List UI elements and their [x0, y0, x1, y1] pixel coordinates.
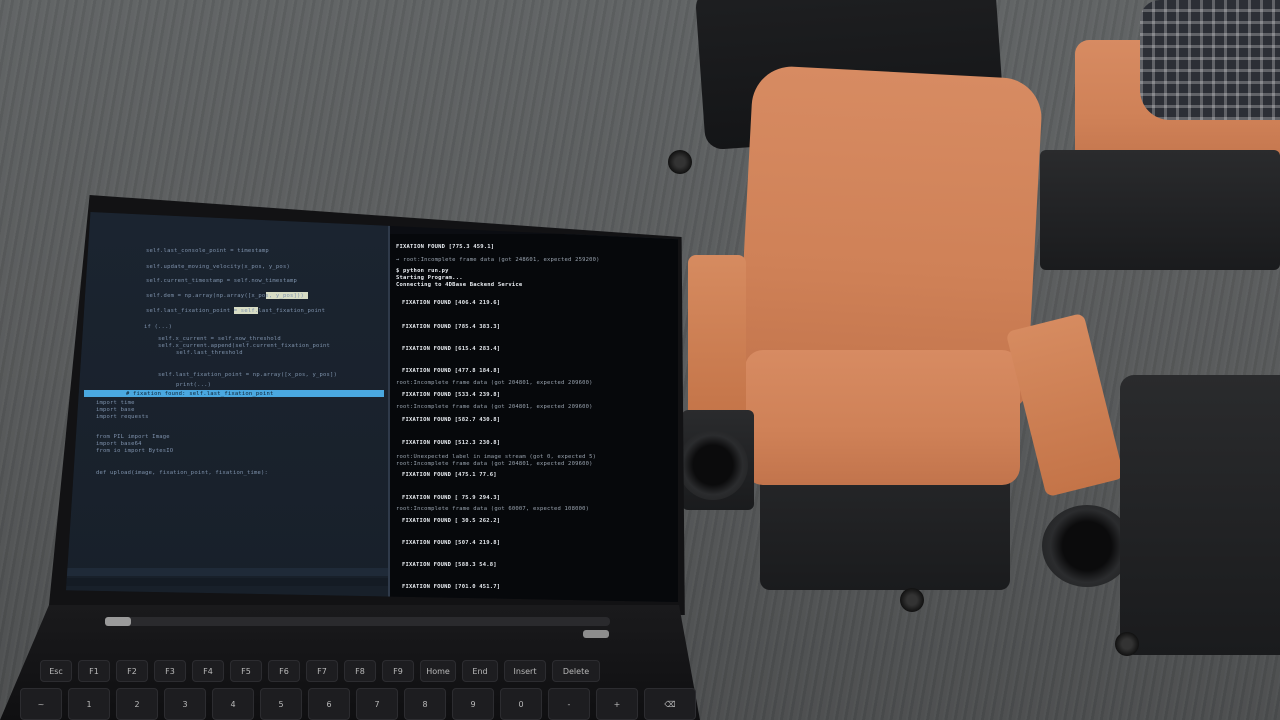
- editor-line: import time: [96, 400, 135, 406]
- laptop-screen: self.last_console_point = timestamp self…: [66, 212, 678, 602]
- editor-line: print(...): [176, 382, 212, 388]
- editor-status-bar: [66, 568, 388, 576]
- key-f4[interactable]: F4: [192, 660, 224, 682]
- key-f8[interactable]: F8: [344, 660, 376, 682]
- terminal-line: root:Incomplete frame data (got 204801, …: [396, 404, 593, 410]
- key-insert[interactable]: Insert: [504, 660, 546, 682]
- chair-armrest-left: [688, 255, 746, 420]
- plaid-clothing: [1140, 0, 1280, 120]
- key-1[interactable]: 1: [68, 688, 110, 720]
- terminal-line: Starting Program...: [396, 275, 463, 281]
- editor-line: from PIL import Image: [96, 434, 170, 440]
- number-key-row: ~ 1 2 3 4 5 6 7 8 9 0 - + ⌫: [20, 688, 696, 720]
- terminal-line: root:Incomplete frame data (got 204801, …: [396, 380, 593, 386]
- terminal-line: FIXATION FOUND [475.1 77.6]: [402, 472, 497, 478]
- terminal-line: FIXATION FOUND [512.3 230.8]: [402, 440, 501, 446]
- hinge-accent-left: [105, 617, 131, 626]
- key-7[interactable]: 7: [356, 688, 398, 720]
- key-9[interactable]: 9: [452, 688, 494, 720]
- terminal-line: root:Incomplete frame data (got 204801, …: [396, 461, 593, 467]
- editor-line: self.x_current.append(self.current_fixat…: [158, 343, 331, 349]
- terminal-line: FIXATION FOUND [406.4 219.6]: [402, 300, 501, 306]
- terminal-line: FIXATION FOUND [ 30.5 262.2]: [402, 518, 501, 524]
- editor-command-line: [66, 578, 388, 586]
- key-home[interactable]: Home: [420, 660, 456, 682]
- cupholder-right: [1042, 505, 1132, 587]
- key-3[interactable]: 3: [164, 688, 206, 720]
- terminal-line: → root:Incomplete frame data (got 248601…: [396, 257, 600, 263]
- key-0[interactable]: 0: [500, 688, 542, 720]
- editor-line: def upload(image, fixation_point, fixati…: [96, 470, 269, 476]
- editor-line: self.x_current = self.now_threshold: [158, 336, 281, 342]
- terminal-line: $ python run.py: [396, 268, 449, 274]
- chair-seat-cushion: [745, 350, 1020, 485]
- terminal-line: Connecting to 4DBase Backend Service: [396, 282, 523, 288]
- function-key-row: Esc F1 F2 F3 F4 F5 F6 F7 F8 F9 Home End …: [40, 660, 600, 682]
- key-f5[interactable]: F5: [230, 660, 262, 682]
- terminal-line: FIXATION FOUND [588.3 54.8]: [402, 562, 497, 568]
- key-f2[interactable]: F2: [116, 660, 148, 682]
- key-end[interactable]: End: [462, 660, 498, 682]
- terminal-line: FIXATION FOUND [533.4 239.8]: [402, 392, 501, 398]
- editor-line: if (...): [144, 324, 173, 330]
- editor-line: self.last_fixation_point = self.last_fix…: [146, 308, 326, 314]
- key-f7[interactable]: F7: [306, 660, 338, 682]
- key-6[interactable]: 6: [308, 688, 350, 720]
- terminal-line: FIXATION FOUND [615.4 283.4]: [402, 346, 501, 352]
- key-tilde[interactable]: ~: [20, 688, 62, 720]
- terminal-line: FIXATION FOUND [477.8 184.8]: [402, 368, 501, 374]
- cupholder-left: [678, 430, 748, 500]
- editor-line: self.current_timestamp = self.now_timest…: [146, 278, 297, 284]
- key-5[interactable]: 5: [260, 688, 302, 720]
- chair-wheel: [900, 588, 924, 612]
- hinge-accent-right: [583, 630, 609, 638]
- editor-line: import requests: [96, 414, 149, 420]
- terminal-line: root:Incomplete frame data (got 60007, e…: [396, 506, 590, 512]
- key-4[interactable]: 4: [212, 688, 254, 720]
- chair-right-edge: [1120, 375, 1280, 655]
- editor-line: import base: [96, 407, 135, 413]
- editor-line: self.dem = np.array(np.array([x_pos, y_p…: [146, 293, 305, 299]
- key-2[interactable]: 2: [116, 688, 158, 720]
- editor-line: import base64: [96, 441, 142, 447]
- key-minus[interactable]: -: [548, 688, 590, 720]
- editor-line: from io import BytesIO: [96, 448, 174, 454]
- key-f1[interactable]: F1: [78, 660, 110, 682]
- chair-base-back-right: [1040, 150, 1280, 270]
- terminal-line: FIXATION FOUND [ 75.9 294.3]: [402, 495, 501, 501]
- editor-line: self.last_threshold: [176, 350, 243, 356]
- key-esc[interactable]: Esc: [40, 660, 72, 682]
- editor-line: self.update_moving_velocity(x_pos, y_pos…: [146, 264, 290, 270]
- key-delete[interactable]: Delete: [552, 660, 600, 682]
- editor-line: self.last_fixation_point = np.array([x_p…: [158, 372, 338, 378]
- key-8[interactable]: 8: [404, 688, 446, 720]
- terminal-line: FIXATION FOUND [775.3 459.1]: [396, 244, 495, 250]
- editor-line: self.last_console_point = timestamp: [146, 248, 269, 254]
- terminal-line: FIXATION FOUND [507.4 219.8]: [402, 540, 501, 546]
- editor-line: # fixation found: self.last_fixation_poi…: [126, 391, 274, 397]
- laptop-hinge: [105, 617, 610, 626]
- chair-wheel: [1115, 632, 1139, 656]
- key-f3[interactable]: F3: [154, 660, 186, 682]
- terminal-line: FIXATION FOUND [582.7 430.8]: [402, 417, 501, 423]
- chair-wheel: [668, 150, 692, 174]
- key-plus[interactable]: +: [596, 688, 638, 720]
- terminal-line: root:Unexpected label in image stream (g…: [396, 454, 597, 460]
- terminal-line: FIXATION FOUND [785.4 383.3]: [402, 324, 501, 330]
- key-f6[interactable]: F6: [268, 660, 300, 682]
- key-backspace[interactable]: ⌫: [644, 688, 696, 720]
- terminal-line: FIXATION FOUND [701.0 451.7]: [402, 584, 501, 590]
- key-f9[interactable]: F9: [382, 660, 414, 682]
